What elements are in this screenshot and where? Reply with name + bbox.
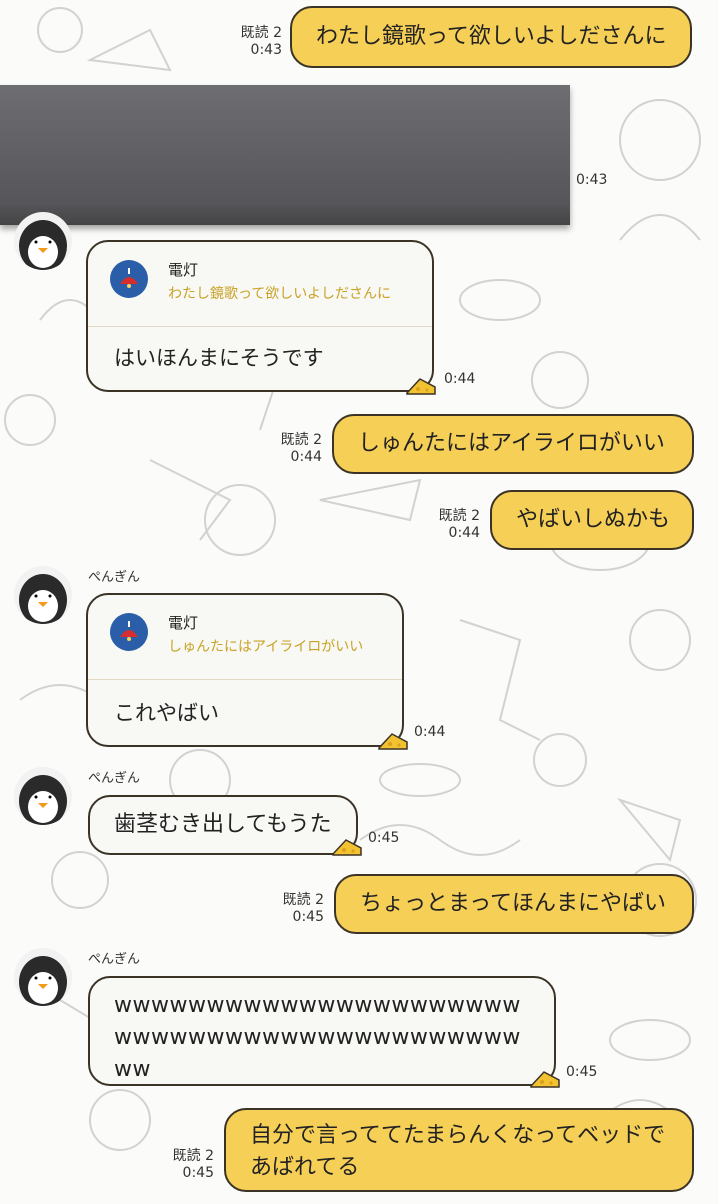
message-line: wwwwwwwwwwwwwwwwwwwwww — [114, 1025, 521, 1050]
my-message-bubble[interactable]: わたし鏡歌って欲しいよしださんに — [290, 6, 692, 68]
reply-quote: しゅんたにはアイライロがいい — [168, 639, 364, 655]
timestamp: 0:43 — [250, 42, 282, 58]
timestamp: 0:44 — [290, 449, 322, 465]
reply-divider — [88, 326, 432, 327]
message-text: わたし鏡歌って欲しいよしださんに — [316, 24, 667, 49]
message-text: wwwwwwwwwwwwwwwwwwwwww wwwwwwwwwwwwwwwww… — [114, 990, 521, 1086]
cheese-icon — [378, 732, 408, 750]
penguin-avatar-icon[interactable] — [14, 566, 72, 624]
read-count: 既読 2 — [240, 25, 282, 41]
read-receipt: 既読 2 0:44 — [272, 432, 322, 466]
message-line: ww — [114, 1057, 151, 1082]
message-text: しゅんたにはアイライロがいい — [358, 431, 665, 456]
penguin-avatar-icon[interactable] — [14, 212, 72, 270]
message-text: ちょっとまってほんまにやばい — [360, 891, 667, 916]
read-receipt: 既読 2 0:45 — [274, 892, 324, 926]
read-receipt: 既読 2 0:44 — [430, 508, 480, 542]
lamp-icon — [110, 260, 148, 298]
timestamp: 0:45 — [182, 1165, 214, 1181]
other-message-bubble[interactable]: 歯茎むき出してもうた — [88, 795, 358, 855]
penguin-avatar-icon[interactable] — [14, 767, 72, 825]
timestamp: 0:45 — [566, 1064, 598, 1080]
reply-sender: 電灯 — [168, 261, 199, 279]
penguin-avatar-icon[interactable] — [14, 948, 72, 1006]
other-message-bubble[interactable]: wwwwwwwwwwwwwwwwwwwwww wwwwwwwwwwwwwwwww… — [88, 976, 556, 1086]
timestamp: 0:44 — [414, 724, 446, 740]
sender-name: ぺんぎん — [88, 771, 141, 786]
message-text: 自分で言っててたまらんくなってベッドで あばれてる — [250, 1120, 665, 1184]
reply-quote: わたし鏡歌って欲しいよしださんに — [168, 286, 392, 302]
my-message-bubble[interactable]: ちょっとまってほんまにやばい — [334, 874, 694, 934]
read-count: 既読 2 — [172, 1148, 214, 1164]
reply-divider — [88, 679, 402, 680]
my-message-bubble[interactable]: 自分で言っててたまらんくなってベッドで あばれてる — [224, 1108, 694, 1192]
reply-message-bubble[interactable]: 電灯 わたし鏡歌って欲しいよしださんに はいほんまにそうです — [86, 240, 434, 392]
sender-name: ぺんぎん — [88, 952, 141, 967]
message-line: 自分で言っててたまらんくなってベッドで — [250, 1123, 666, 1148]
read-count: 既読 2 — [280, 432, 322, 448]
timestamp: 0:43 — [576, 172, 608, 188]
read-receipt: 既読 2 0:43 — [232, 25, 282, 59]
read-receipt: 既読 2 0:45 — [164, 1148, 214, 1182]
read-count: 既読 2 — [282, 892, 324, 908]
message-text: はいほんまにそうです — [114, 346, 324, 370]
message-line: あばれてる — [250, 1155, 360, 1180]
read-count: 既読 2 — [438, 508, 480, 524]
cheese-icon — [332, 838, 362, 856]
lamp-icon — [110, 613, 148, 651]
message-line: wwwwwwwwwwwwwwwwwwwwww — [114, 993, 521, 1018]
cheese-icon — [530, 1070, 560, 1088]
sender-name: ぺんぎん — [88, 570, 141, 585]
my-message-bubble[interactable]: やばいしぬかも — [490, 490, 694, 550]
reply-message-bubble[interactable]: 電灯 しゅんたにはアイライロがいい これやばい — [86, 593, 404, 747]
my-message-bubble[interactable]: しゅんたにはアイライロがいい — [332, 414, 694, 474]
timestamp: 0:44 — [448, 525, 480, 541]
timestamp: 0:45 — [368, 830, 400, 846]
timestamp: 0:45 — [292, 909, 324, 925]
timestamp: 0:44 — [444, 371, 476, 387]
message-text: やばいしぬかも — [516, 507, 671, 532]
reply-sender: 電灯 — [168, 614, 199, 632]
redacted-message — [0, 85, 570, 225]
message-text: これやばい — [114, 701, 219, 725]
message-text: 歯茎むき出してもうた — [114, 812, 332, 837]
cheese-icon — [406, 377, 436, 395]
